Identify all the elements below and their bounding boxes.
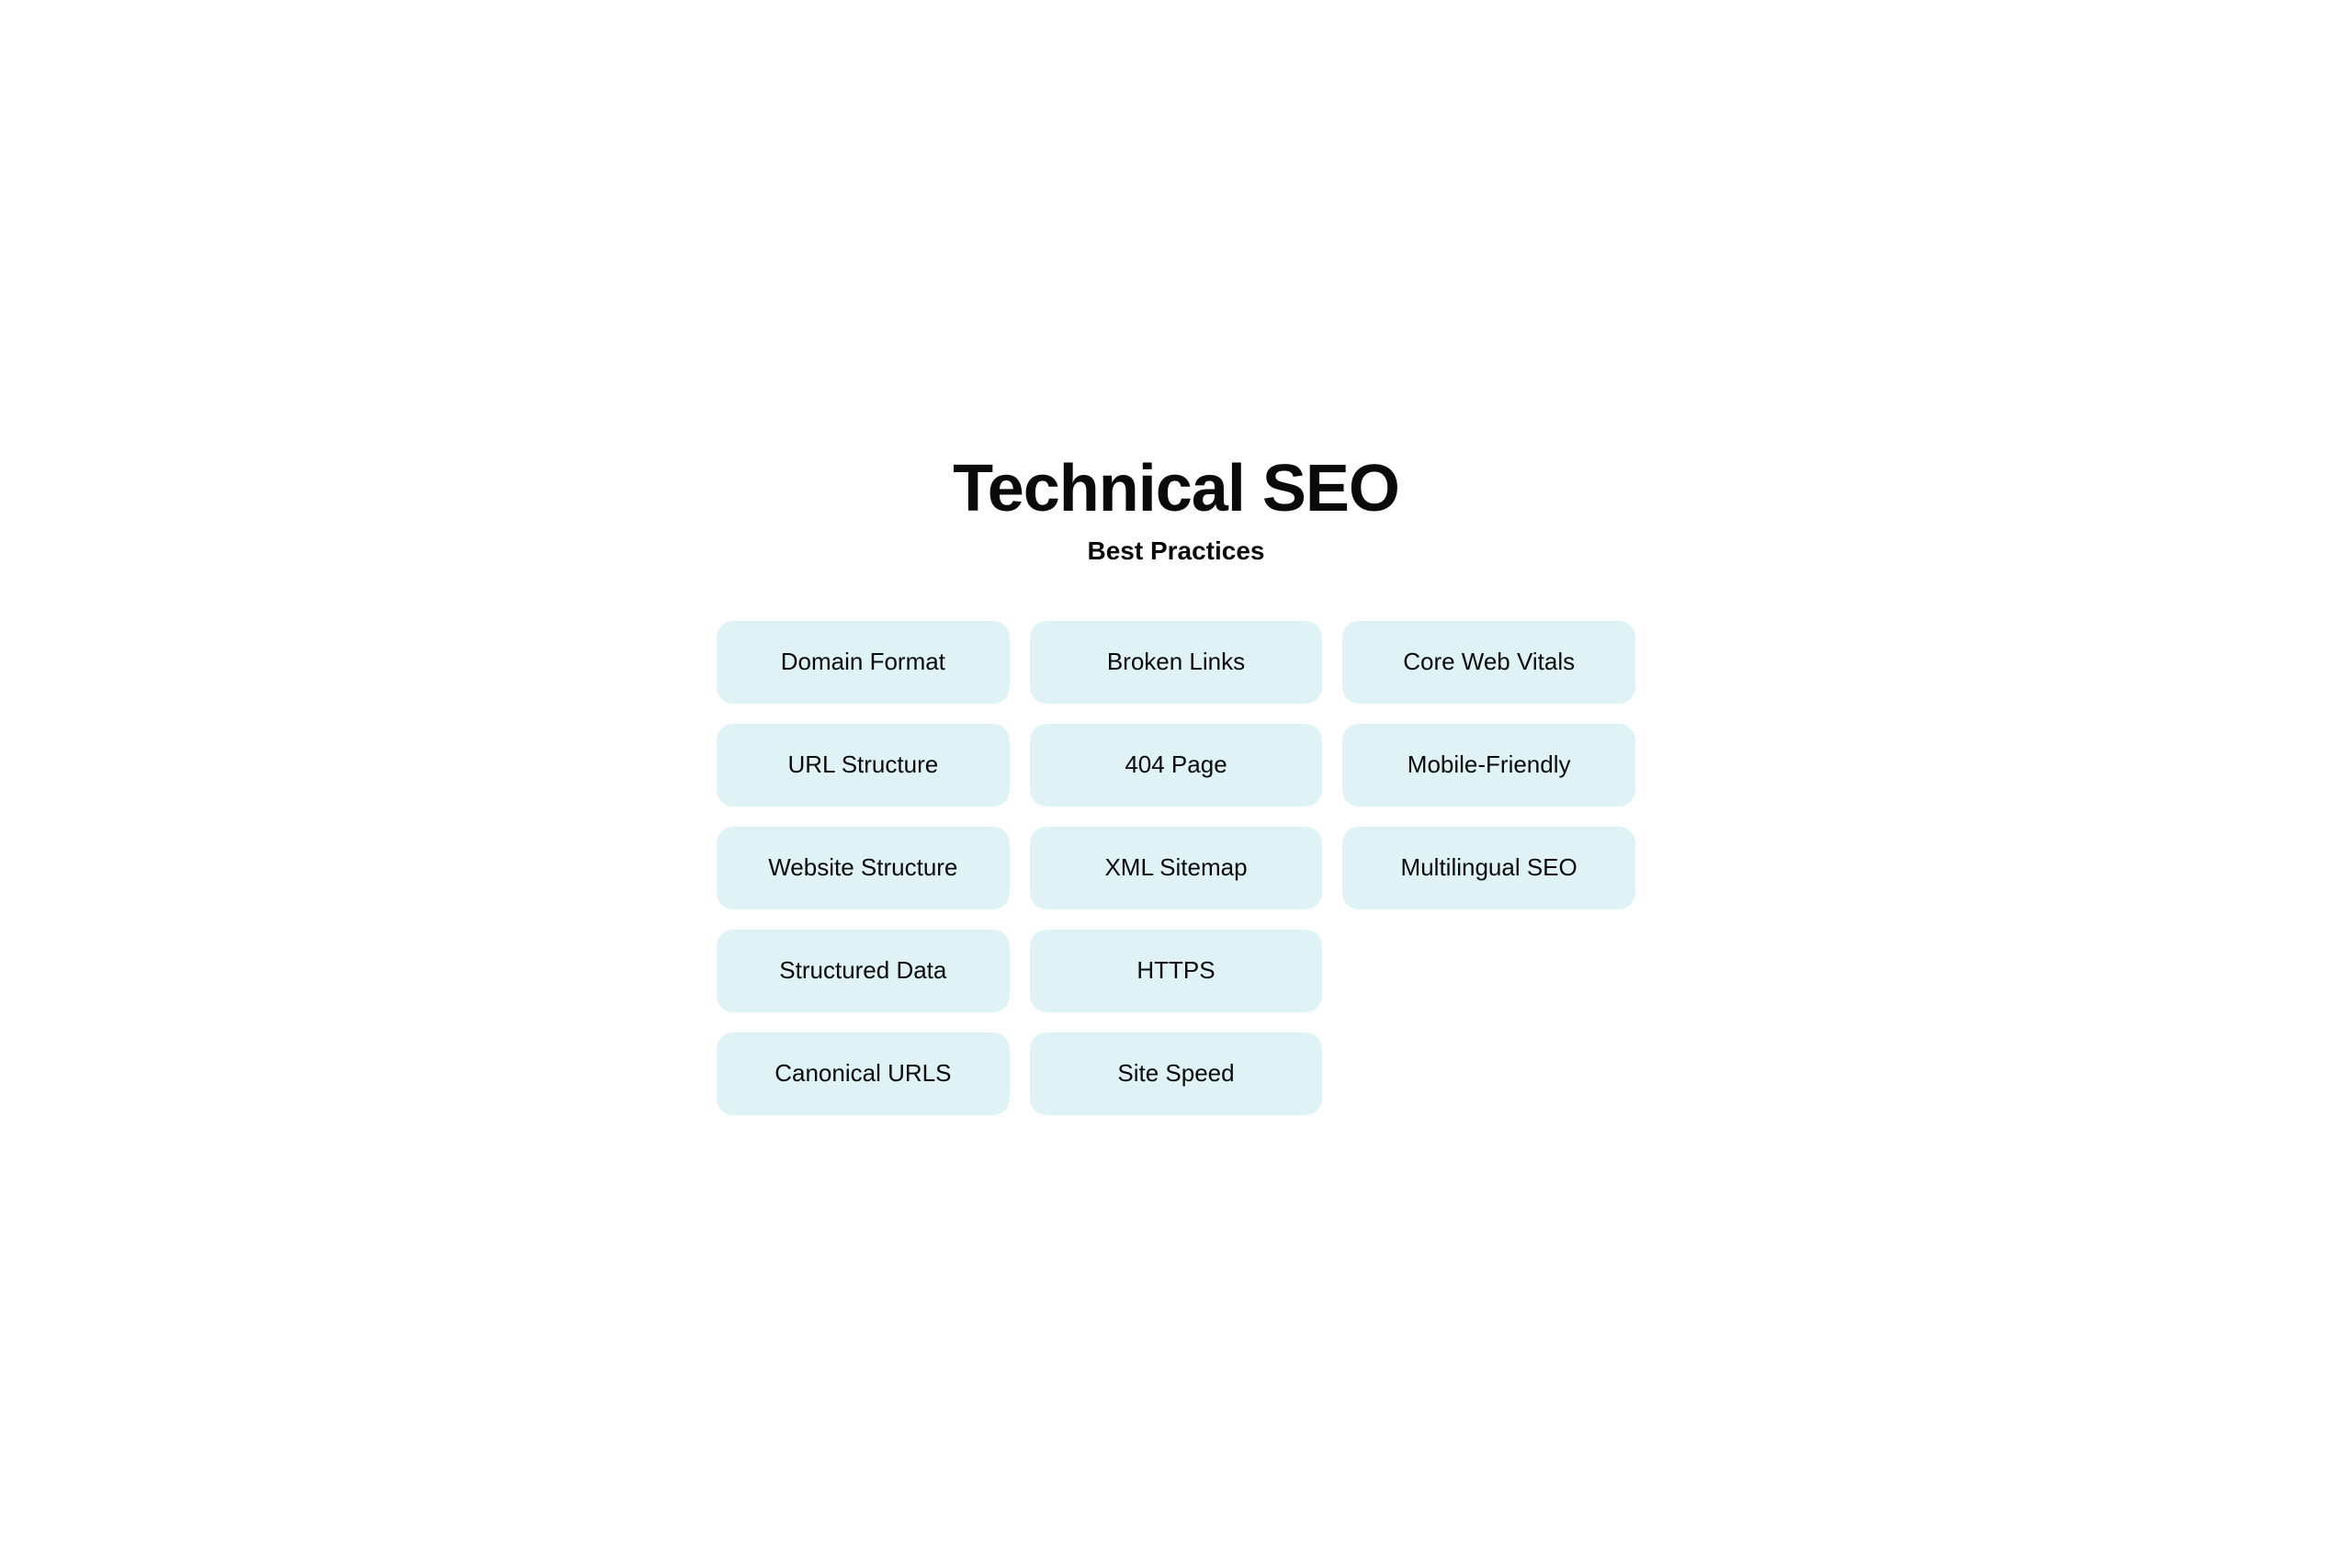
card-label-https: HTTPS: [1136, 955, 1215, 987]
card-label-multilingual-seo: Multilingual SEO: [1401, 852, 1577, 884]
empty-cell-r5-c3: [1342, 1032, 1635, 1115]
card-label-mobile-friendly: Mobile-Friendly: [1408, 750, 1571, 781]
card-404-page[interactable]: 404 Page: [1030, 724, 1323, 807]
card-label-broken-links: Broken Links: [1107, 647, 1245, 678]
card-label-404-page: 404 Page: [1125, 750, 1227, 781]
card-site-speed[interactable]: Site Speed: [1030, 1032, 1323, 1115]
card-url-structure[interactable]: URL Structure: [717, 724, 1010, 807]
card-label-url-structure: URL Structure: [787, 750, 938, 781]
card-xml-sitemap[interactable]: XML Sitemap: [1030, 827, 1323, 909]
card-mobile-friendly[interactable]: Mobile-Friendly: [1342, 724, 1635, 807]
empty-cell-r4-c3: [1342, 930, 1635, 1012]
sub-title: Best Practices: [717, 536, 1635, 566]
main-title: Technical SEO: [717, 453, 1635, 525]
card-label-structured-data: Structured Data: [779, 955, 946, 987]
card-label-domain-format: Domain Format: [781, 647, 945, 678]
card-broken-links[interactable]: Broken Links: [1030, 621, 1323, 704]
card-website-structure[interactable]: Website Structure: [717, 827, 1010, 909]
card-structured-data[interactable]: Structured Data: [717, 930, 1010, 1012]
card-multilingual-seo[interactable]: Multilingual SEO: [1342, 827, 1635, 909]
card-label-core-web-vitals: Core Web Vitals: [1403, 647, 1575, 678]
card-core-web-vitals[interactable]: Core Web Vitals: [1342, 621, 1635, 704]
card-label-canonical-urls: Canonical URLS: [775, 1058, 951, 1089]
card-https[interactable]: HTTPS: [1030, 930, 1323, 1012]
topics-grid: Domain Format Broken Links Core Web Vitals…: [717, 621, 1635, 1115]
card-label-site-speed: Site Speed: [1117, 1058, 1234, 1089]
card-domain-format[interactable]: Domain Format: [717, 621, 1010, 704]
card-canonical-urls[interactable]: Canonical URLS: [717, 1032, 1010, 1115]
card-label-website-structure: Website Structure: [768, 852, 957, 884]
page-header: Technical SEO Best Practices: [717, 453, 1635, 566]
page-container: Technical SEO Best Practices Domain Form…: [717, 453, 1635, 1115]
card-label-xml-sitemap: XML Sitemap: [1104, 852, 1247, 884]
